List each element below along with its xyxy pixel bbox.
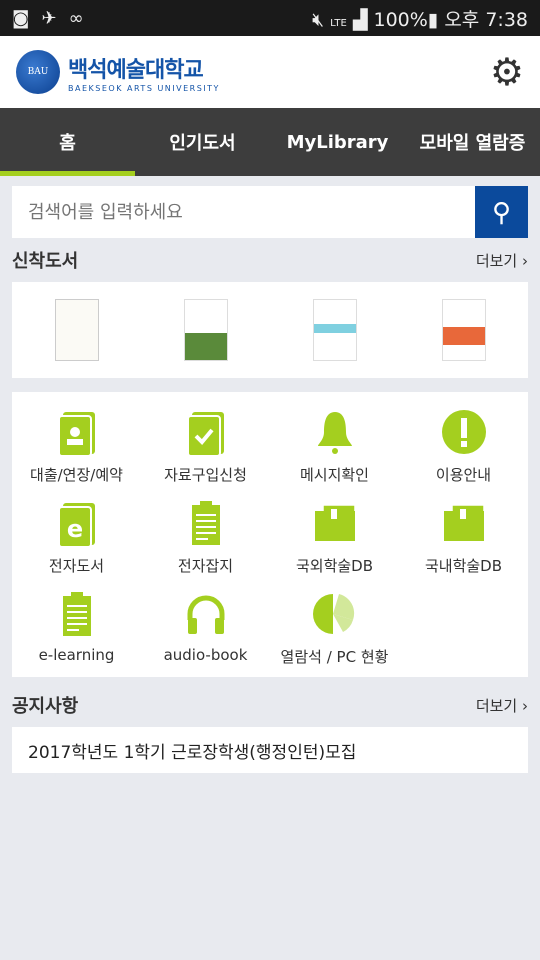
status-bar: ◙ ✈ ∞ 🔇︎ LTE ▟ 100%▮ 오후 7:38 xyxy=(0,0,540,36)
menu-item[interactable]: 대출/연장/예약 xyxy=(12,408,141,485)
wallet-icon xyxy=(311,499,359,547)
book-cover[interactable] xyxy=(312,299,357,361)
book-check-icon xyxy=(182,408,230,456)
logo-korean: 백석예술대학교 xyxy=(68,57,204,83)
notice-more-link[interactable]: 더보기 › xyxy=(476,695,528,716)
notice-title: 공지사항 xyxy=(12,696,79,717)
clock: 오후 7:38 xyxy=(444,8,528,31)
new-books-carousel xyxy=(12,282,528,378)
tab-mobile-card[interactable]: 모바일 열람증 xyxy=(405,108,540,176)
menu-item-label: 메시지확인 xyxy=(299,466,369,484)
settings-gear-icon[interactable]: ⚙ xyxy=(490,53,524,91)
app-header: BAU 백석예술대학교 BAEKSEOK ARTS UNIVERSITY ⚙ xyxy=(0,36,540,108)
svg-text:e: e xyxy=(66,515,82,543)
emblem-icon: BAU xyxy=(16,50,60,94)
menu-item[interactable]: 이용안내 xyxy=(399,408,528,485)
menu-item-label: 자료구입신청 xyxy=(164,466,247,484)
ebook-icon: e xyxy=(53,499,101,547)
menu-item[interactable]: 자료구입신청 xyxy=(141,408,270,485)
tab-home[interactable]: 홈 xyxy=(0,108,135,176)
menu-item[interactable]: 국외학술DB xyxy=(270,499,399,576)
menu-item-label: 열람석 / PC 현황 xyxy=(280,648,389,666)
university-logo[interactable]: BAU 백석예술대학교 BAEKSEOK ARTS UNIVERSITY xyxy=(16,50,220,94)
search-bar: ⚲ xyxy=(12,186,528,238)
logo-english: BAEKSEOK ARTS UNIVERSITY xyxy=(68,83,220,93)
menu-item[interactable]: 전자잡지 xyxy=(141,499,270,576)
book-cover[interactable] xyxy=(183,299,228,361)
notification-icon: ∞ xyxy=(68,7,84,29)
notice-item[interactable]: 2017학년도 1학기 근로장학생(행정인턴)모집 xyxy=(12,727,528,773)
headphones-icon xyxy=(182,590,230,638)
exclamation-icon xyxy=(440,408,488,456)
notification-icon: ✈ xyxy=(41,7,57,29)
battery-icon: ▮ xyxy=(427,8,439,31)
search-icon: ⚲ xyxy=(491,196,512,227)
wallet-icon xyxy=(440,499,488,547)
menu-item-label: 전자도서 xyxy=(48,557,105,575)
pie-chart-icon xyxy=(311,590,359,638)
menu-item-label: 이용안내 xyxy=(435,466,492,484)
menu-item-label: 대출/연장/예약 xyxy=(30,466,123,484)
menu-item[interactable]: 국내학술DB xyxy=(399,499,528,576)
signal-icon: ▟ xyxy=(352,8,368,31)
menu-item[interactable]: 열람석 / PC 현황 xyxy=(270,590,399,667)
search-button[interactable]: ⚲ xyxy=(475,186,528,238)
main-nav: 홈 인기도서 MyLibrary 모바일 열람증 xyxy=(0,108,540,176)
bell-icon xyxy=(311,408,359,456)
menu-item-label: 국내학술DB xyxy=(424,557,503,575)
app-icon: ◙ xyxy=(12,7,30,29)
clipboard-icon xyxy=(182,499,230,547)
menu-item-label: e-learning xyxy=(38,646,115,664)
book-cover[interactable] xyxy=(441,299,486,361)
menu-item-label: 국외학술DB xyxy=(295,557,374,575)
battery: 100% xyxy=(373,8,428,31)
tab-popular-books[interactable]: 인기도서 xyxy=(135,108,270,176)
book-user-icon xyxy=(53,408,101,456)
tab-mylibrary[interactable]: MyLibrary xyxy=(270,108,405,176)
menu-item[interactable]: audio-book xyxy=(141,590,270,667)
menu-item[interactable]: e-learning xyxy=(12,590,141,667)
clipboard-icon xyxy=(53,590,101,638)
new-books-more-link[interactable]: 더보기 › xyxy=(476,250,528,271)
mute-icon: 🔇︎ xyxy=(312,8,325,31)
new-books-title: 신착도서 xyxy=(12,251,79,272)
menu-item[interactable]: 메시지확인 xyxy=(270,408,399,485)
menu-item-label: 전자잡지 xyxy=(177,557,234,575)
search-input[interactable] xyxy=(12,186,475,238)
menu-grid: 대출/연장/예약 자료구입신청 메시지확인 이용안내 e 전자도서 전자잡지 국외학술DB 국내… xyxy=(12,392,528,677)
menu-item[interactable]: e 전자도서 xyxy=(12,499,141,576)
book-cover[interactable] xyxy=(54,299,99,361)
menu-item-label: audio-book xyxy=(163,646,248,664)
network: LTE xyxy=(330,17,347,29)
